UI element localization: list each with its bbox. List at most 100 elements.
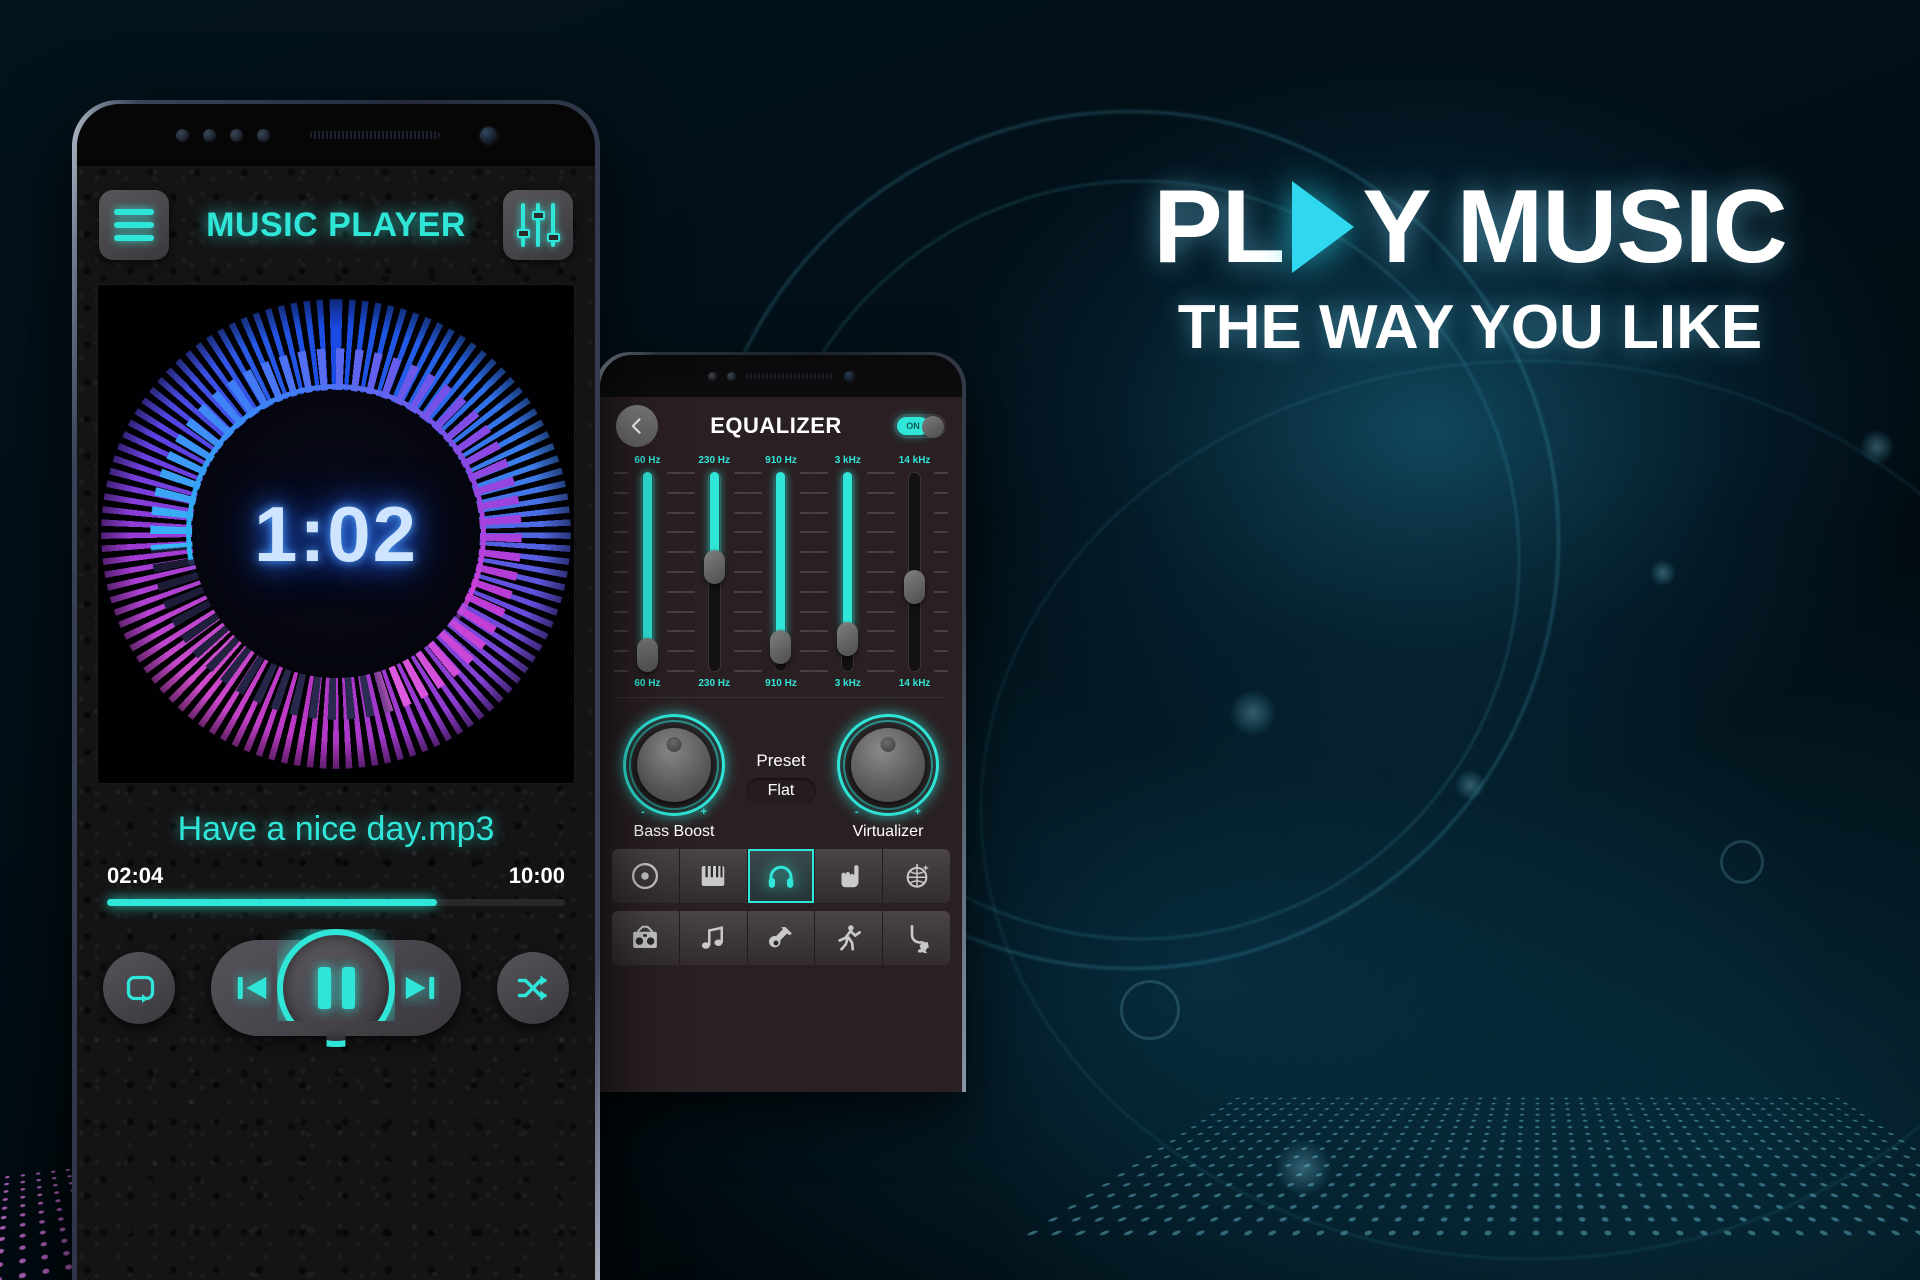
slider-track[interactable] [708,472,721,672]
bass-boost-knob[interactable]: - + [623,714,725,816]
next-track-icon[interactable] [401,969,439,1007]
slider-thumb[interactable] [704,550,725,584]
virtualizer-label: Virtualizer [853,823,924,841]
preset-selector[interactable]: Preset Flat [746,751,817,804]
virtualizer-control[interactable]: - + Virtualizer [832,714,944,841]
shuffle-button[interactable] [497,952,569,1024]
band-label-bottom: 14 kHz [881,678,948,689]
band-labels-bottom: 60 Hz230 Hz910 Hz3 kHz14 kHz [600,678,962,689]
preset-music-note[interactable] [680,911,748,965]
play-triangle-icon [1286,181,1360,273]
disc-icon [630,861,660,891]
eq-slider-60hz[interactable] [614,472,681,672]
progress-fill [107,899,437,906]
band-label-top: 910 Hz [748,455,815,466]
eq-slider-230hz[interactable] [681,472,748,672]
playback-controls [77,940,595,1036]
preset-headphones[interactable] [748,849,816,903]
chevron-left-icon [627,416,647,436]
headline-part1: PL [1153,175,1284,279]
bass-boost-label: Bass Boost [634,823,715,841]
eq-slider-3khz[interactable] [814,472,881,672]
headline: PL Y MUSIC [1040,172,1900,282]
background-bokeh [1455,770,1485,800]
knob-cap [637,728,711,802]
preset-icon-row-2 [612,911,950,965]
preset-disc[interactable] [612,849,680,903]
total-time: 10:00 [509,863,565,889]
plus-sign: + [915,806,921,818]
equalizer-toggle[interactable]: ON [894,414,946,438]
equalizer-button[interactable] [503,190,573,260]
elapsed-time-display: 1:02 [254,489,418,580]
dot-wave-decoration [1002,1096,1920,1245]
knob-row: - + Bass Boost Preset Flat [600,698,962,841]
slider-fill [776,472,785,656]
sensor-icon [230,129,243,142]
slider-fill [643,472,652,664]
play-pause-button[interactable] [277,929,395,1047]
preset-title: Preset [756,751,805,771]
eq-slider-910hz[interactable] [748,472,815,672]
music-player-phone: MUSIC PLAYER 1:02 [72,100,600,1280]
slider-thumb[interactable] [770,630,791,664]
background-bokeh [1650,560,1676,586]
equalizer-phone: EQUALIZER ON 60 Hz230 Hz910 Hz3 kHz14 kH… [596,352,966,1092]
tagline: THE WAY YOU LIKE [1040,292,1900,363]
preset-piano[interactable] [680,849,748,903]
minus-sign: - [641,806,645,818]
virtualizer-knob[interactable]: - + [837,714,939,816]
previous-track-icon[interactable] [233,969,271,1007]
slider-thumb[interactable] [637,638,658,672]
eq-slider-14khz[interactable] [881,472,948,672]
preset-guitar[interactable] [748,911,816,965]
player-body: MUSIC PLAYER 1:02 [77,166,595,1280]
saxophone-icon [902,923,932,953]
preset-rock-hand[interactable] [815,849,883,903]
preset-boombox[interactable] [612,911,680,965]
minus-sign: - [855,806,859,818]
music-note-icon [698,923,728,953]
slider-track[interactable] [841,472,854,672]
preset-icon-row-1 [612,849,950,903]
slider-track[interactable] [908,472,921,672]
sensor-icon [708,372,717,381]
boombox-icon [630,923,660,953]
slider-thumb[interactable] [904,570,925,604]
preset-disco-ball[interactable] [883,849,950,903]
band-label-bottom: 60 Hz [614,678,681,689]
slider-track[interactable] [774,472,787,672]
earpiece-speaker [310,131,440,139]
plus-sign: + [701,806,707,818]
slider-thumb[interactable] [837,622,858,656]
art-center: 1:02 [192,390,480,678]
headphones-icon [766,861,796,891]
knob-minus-plus: - + [623,806,725,818]
headline-part2: Y MUSIC [1362,175,1787,279]
preset-value[interactable]: Flat [746,778,817,804]
preset-dancer[interactable] [815,911,883,965]
band-label-bottom: 230 Hz [681,678,748,689]
preset-saxophone[interactable] [883,911,950,965]
background-bokeh [1860,430,1894,464]
back-button[interactable] [616,405,658,447]
background-bokeh [1230,690,1276,736]
music-player-screen: MUSIC PLAYER 1:02 [77,104,595,1280]
bass-boost-control[interactable]: - + Bass Boost [618,714,730,841]
slider-track[interactable] [641,472,654,672]
time-row: 02:04 10:00 [77,863,595,889]
progress-bar[interactable] [107,899,565,906]
dancer-icon [834,923,864,953]
band-label-top: 230 Hz [681,455,748,466]
album-art: 1:02 [97,284,575,784]
repeat-button[interactable] [103,952,175,1024]
band-label-top: 60 Hz [614,455,681,466]
front-camera-icon [480,127,497,144]
menu-button[interactable] [99,190,169,260]
front-camera-icon [844,371,855,382]
earpiece-speaker [746,373,834,379]
band-label-top: 14 kHz [881,455,948,466]
knob-cap [851,728,925,802]
band-labels-top: 60 Hz230 Hz910 Hz3 kHz14 kHz [600,455,962,466]
repeat-icon [121,970,157,1006]
